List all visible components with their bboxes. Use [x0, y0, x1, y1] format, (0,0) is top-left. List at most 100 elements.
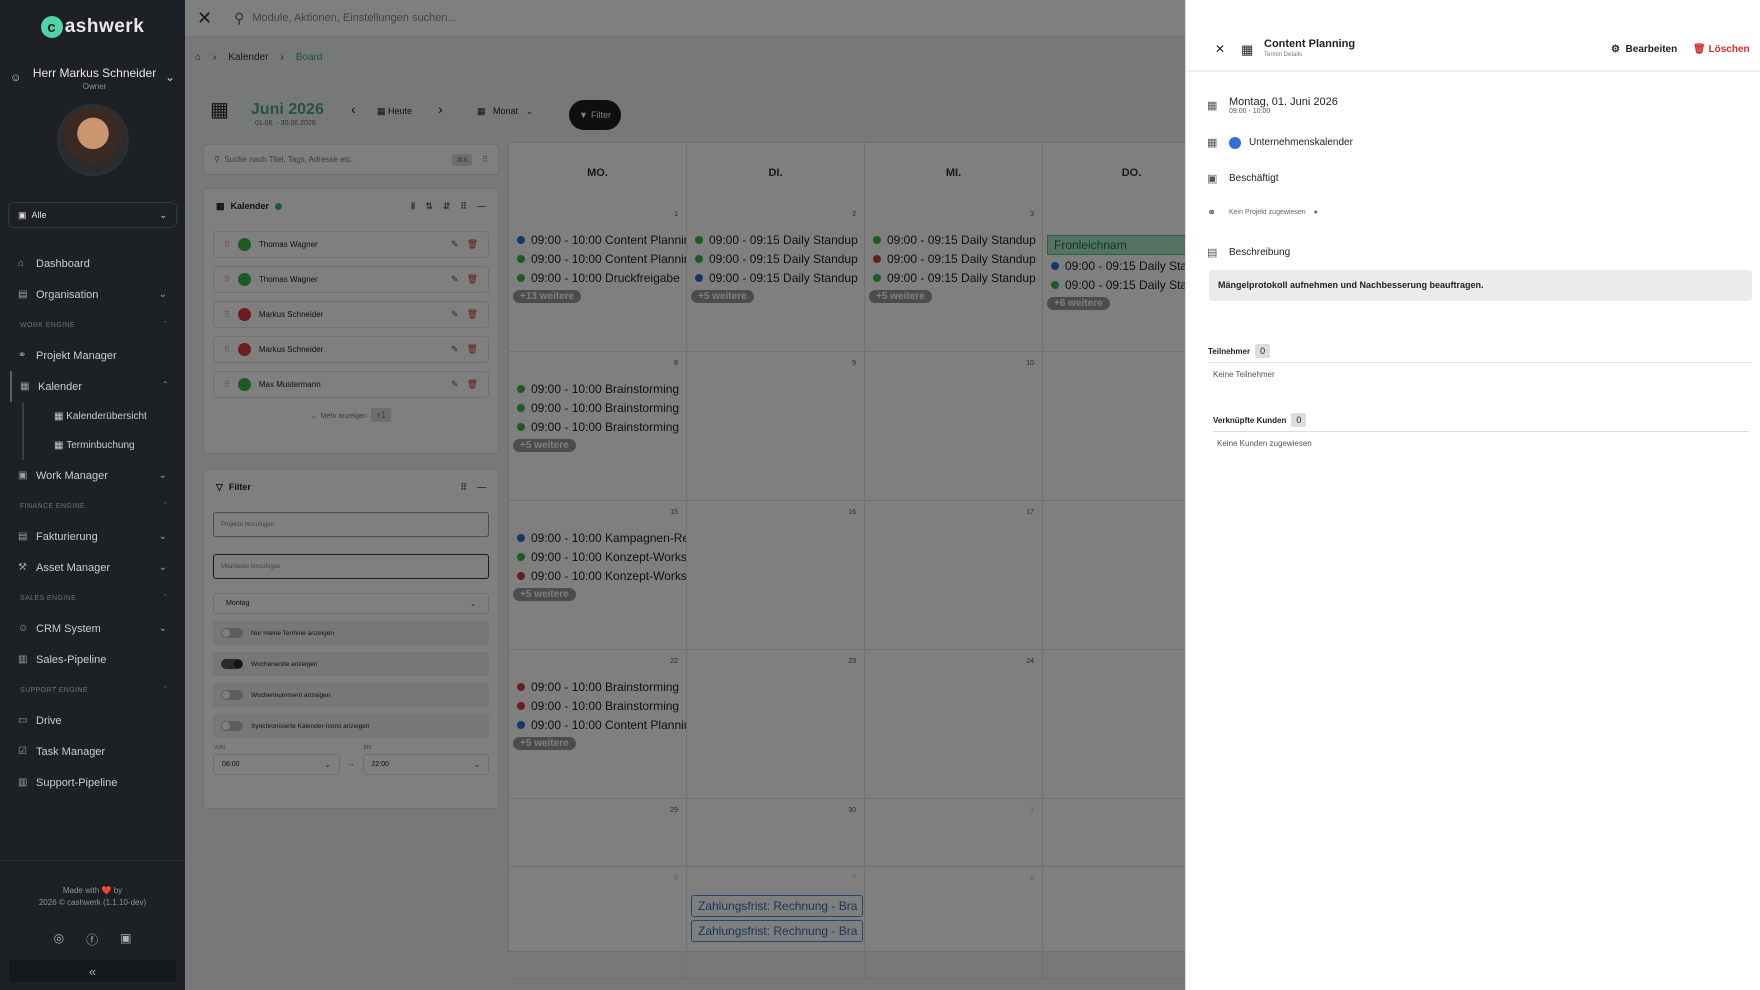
- avatar[interactable]: [56, 104, 129, 176]
- section-label: FINANCE ENGINE: [20, 502, 86, 510]
- nav-label: Work Manager: [36, 469, 108, 482]
- delete-button[interactable]: 🗑 Löschen: [1693, 44, 1750, 55]
- copyright: 2026 © cashwerk (1.1.10-dev): [38, 898, 147, 907]
- calendar-clock-icon: ▦: [1207, 100, 1218, 112]
- instagram-icon[interactable]: ◎: [54, 931, 64, 948]
- logo-mark: c: [40, 16, 63, 38]
- nav-label: Task Manager: [36, 745, 106, 758]
- building-icon: ▣: [18, 209, 27, 220]
- nav-label: Support-Pipeline: [36, 776, 118, 789]
- nav-support-pipeline[interactable]: ▥ Support-Pipeline: [0, 767, 185, 798]
- event-detail-panel: ✕ ▦ Content Planning Termin Details ⚙ Be…: [1185, 0, 1760, 990]
- nav-task-manager[interactable]: ☑ Task Manager: [0, 736, 185, 767]
- section-support-engine[interactable]: SUPPORT ENGINE ˆ: [0, 675, 185, 705]
- chevron-up-icon: ˆ: [163, 381, 167, 392]
- section-label: WORK ENGINE: [20, 321, 75, 329]
- busy-icon: ▣: [1207, 173, 1218, 185]
- facebook-icon[interactable]: ⓕ: [86, 931, 98, 948]
- user-icon: ☺: [10, 72, 22, 84]
- chevron-up-icon: ˆ: [163, 593, 167, 603]
- project-icon: ⚭: [18, 350, 27, 361]
- collapse-sidebar-button[interactable]: «: [9, 960, 176, 982]
- event-project: Kein Projekt zugewiesen: [1229, 209, 1306, 216]
- event-date-row: ▦ Montag, 01. Juni 2026 09:00 - 10:00: [1207, 96, 1338, 115]
- pipeline-icon: ▥: [18, 777, 28, 788]
- section-finance-engine[interactable]: FINANCE ENGINE ˆ: [0, 491, 185, 521]
- drive-icon: ▭: [18, 715, 28, 726]
- chevron-down-icon[interactable]: ⌄: [165, 70, 175, 84]
- section-label: SUPPORT ENGINE: [20, 686, 88, 694]
- nav-dashboard[interactable]: ⌂ Dashboard: [0, 248, 185, 279]
- divider: [1213, 431, 1749, 432]
- nav-fakturierung[interactable]: ▤ Fakturierung ⌄: [0, 521, 185, 552]
- nav-label: Organisation: [36, 288, 99, 301]
- description-icon: ▤: [1207, 247, 1218, 259]
- nav-projekt-manager[interactable]: ⚭ Projekt Manager: [0, 340, 185, 371]
- participants-header: Teilnehmer 0: [1208, 344, 1271, 358]
- linkedin-icon[interactable]: ▣: [120, 931, 131, 948]
- trash-icon: 🗑: [1693, 44, 1706, 55]
- nav-label: Sales-Pipeline: [36, 653, 107, 666]
- building-icon: ▤: [18, 289, 28, 300]
- nav-organisation[interactable]: ▤ Organisation ⌄: [0, 279, 185, 310]
- calendar-icon: ▦: [54, 411, 67, 422]
- event-project-row: ⚭ Kein Projekt zugewiesen ●: [1207, 206, 1318, 219]
- modal-backdrop[interactable]: [185, 0, 1185, 990]
- nav-drive[interactable]: ▭ Drive: [0, 705, 185, 736]
- participants-empty: Keine Teilnehmer: [1213, 370, 1275, 379]
- home-icon: ⌂: [18, 258, 25, 269]
- close-icon[interactable]: ✕: [1215, 42, 1225, 56]
- chevron-down-icon: ⌄: [158, 623, 167, 634]
- nav-kalenderuebersicht[interactable]: ▦ Kalenderübersicht: [22, 402, 185, 431]
- chevron-down-icon: ⌄: [159, 209, 167, 220]
- workspace-select[interactable]: ▣ Alle ⌄: [8, 202, 177, 228]
- nav-label: Asset Manager: [36, 561, 110, 574]
- info-icon[interactable]: ●: [1314, 209, 1318, 216]
- briefcase-icon: ▣: [18, 470, 28, 481]
- customers-label: Verknüpfte Kunden: [1213, 415, 1287, 425]
- calendar-icon: ▦: [20, 381, 30, 392]
- chevron-down-icon: ⌄: [158, 531, 167, 542]
- nav-asset-manager[interactable]: ⚒ Asset Manager ⌄: [0, 552, 185, 583]
- nav-label: Fakturierung: [36, 530, 98, 543]
- nav-work-manager[interactable]: ▣ Work Manager ⌄: [0, 460, 185, 491]
- participants-count: 0: [1255, 344, 1271, 358]
- social-links: ◎ ⓕ ▣: [0, 931, 185, 948]
- task-icon: ☑: [18, 746, 27, 757]
- customers-empty: Keine Kunden zugewiesen: [1217, 439, 1312, 448]
- calendar-icon: ▦: [54, 440, 67, 451]
- edit-button[interactable]: ⚙ Bearbeiten: [1611, 44, 1677, 55]
- nav-label: Drive: [36, 714, 62, 727]
- cashwerk-logo[interactable]: c ashwerk: [0, 0, 185, 54]
- nav-terminbuchung[interactable]: ▦ Terminbuchung: [22, 431, 185, 460]
- divider: [1208, 362, 1752, 363]
- chevron-up-icon: ˆ: [163, 501, 167, 511]
- double-chevron-left-icon: «: [88, 963, 97, 979]
- user-name: Herr Markus Schneider: [32, 66, 157, 80]
- description-text: Mängelprotokoll aufnehmen und Nachbesser…: [1209, 270, 1752, 301]
- user-role: Owner: [82, 82, 107, 91]
- nav-sales-pipeline[interactable]: ▥ Sales-Pipeline: [0, 644, 185, 675]
- nav-label: Kalenderübersicht: [66, 411, 147, 422]
- edit-label: Bearbeiten: [1625, 44, 1678, 55]
- customers-count: 0: [1291, 413, 1307, 427]
- section-sales-engine[interactable]: SALES ENGINE ˆ: [0, 583, 185, 613]
- event-calendar-row: ▦ Unternehmenskalender: [1207, 136, 1353, 149]
- logo-text: ashwerk: [64, 16, 145, 37]
- project-icon: ⚭: [1207, 207, 1217, 219]
- made-with-text: Made with ❤️ by 2026 © cashwerk (1.1.10-…: [0, 860, 185, 909]
- nav-label: Projekt Manager: [36, 349, 117, 362]
- sidebar: c ashwerk ☺ Herr Markus Schneider Owner ⌄…: [0, 0, 185, 990]
- user-menu[interactable]: ☺ Herr Markus Schneider Owner ⌄: [0, 60, 185, 100]
- section-work-engine[interactable]: WORK ENGINE ˆ: [0, 310, 185, 340]
- invoice-icon: ▤: [18, 531, 28, 542]
- section-label: SALES ENGINE: [20, 594, 77, 602]
- event-subtitle: Termin Details: [1264, 52, 1303, 58]
- nav-crm[interactable]: ☺ CRM System ⌄: [0, 613, 185, 644]
- event-title: Content Planning: [1264, 38, 1356, 50]
- nav-label: Terminbuchung: [66, 440, 135, 451]
- nav-label: Dashboard: [36, 257, 90, 270]
- main-nav: ⌂ Dashboard ▤ Organisation ⌄ WORK ENGINE ˆ ⚭…: [0, 248, 185, 798]
- calendar-icon: ▦: [1207, 137, 1218, 149]
- nav-kalender[interactable]: ▦ Kalender ˆ: [10, 371, 185, 402]
